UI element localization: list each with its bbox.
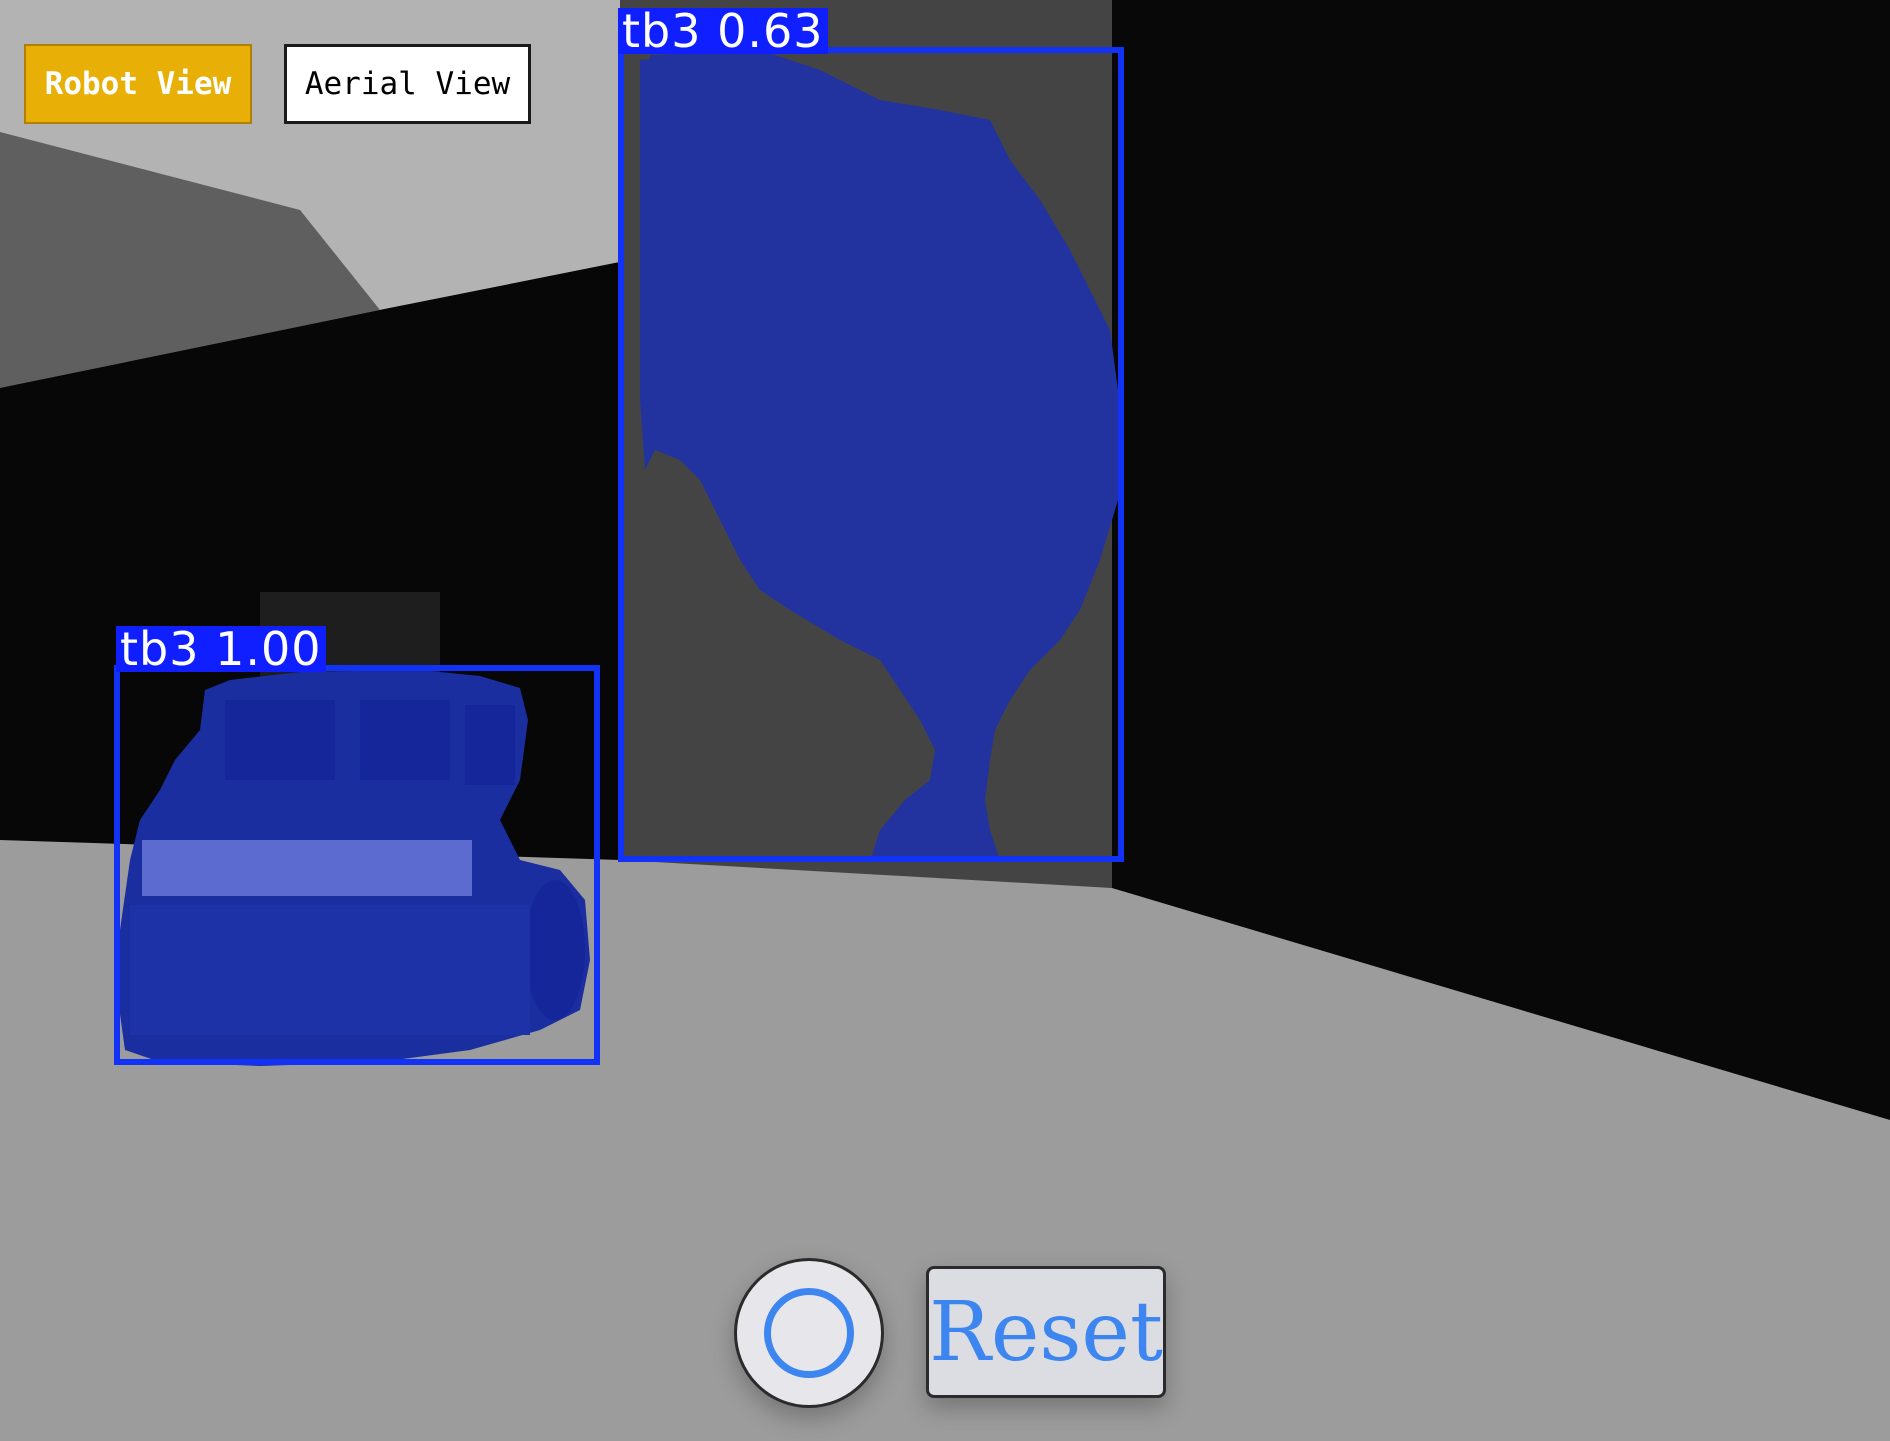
detection-box-near <box>114 665 600 1065</box>
aerial-view-button[interactable]: Aerial View <box>284 44 531 124</box>
detection-label-far: tb3 0.63 <box>618 8 828 54</box>
record-button[interactable] <box>734 1258 884 1408</box>
circle-record-icon <box>764 1288 854 1378</box>
robot-view-button[interactable]: Robot View <box>24 44 252 124</box>
detection-box-far <box>618 47 1124 862</box>
robot-camera-viewport: Robot View Aerial View tb3 0.63 tb3 1.00… <box>0 0 1890 1441</box>
detection-label-near: tb3 1.00 <box>116 626 326 672</box>
reset-button[interactable]: Reset <box>926 1266 1166 1398</box>
